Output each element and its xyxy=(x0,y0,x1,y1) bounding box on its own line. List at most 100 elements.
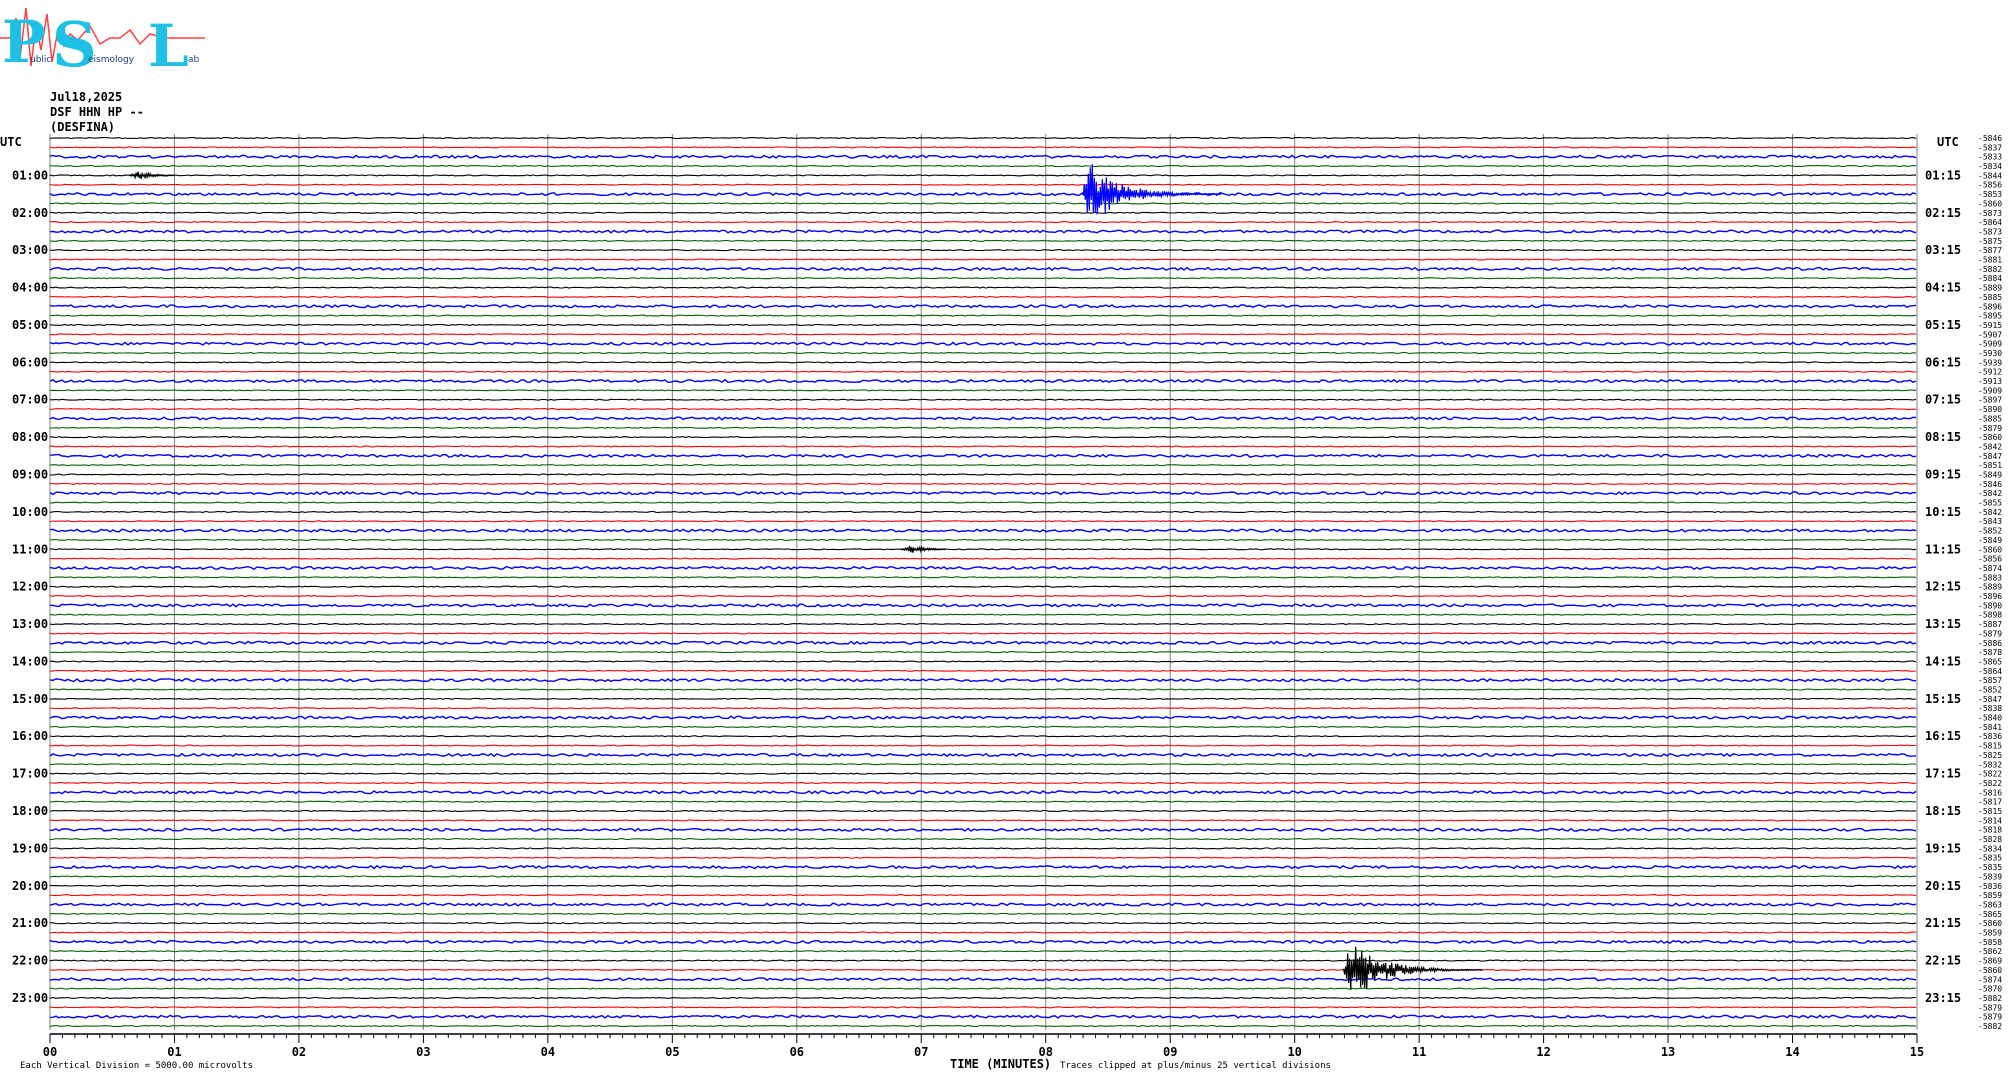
trace-offset-label: -5822 xyxy=(1978,779,2002,788)
trace-offset-label: -5912 xyxy=(1978,368,2002,377)
trace-35 xyxy=(49,464,1917,467)
trace-21 xyxy=(49,333,1916,336)
trace-offset-label: -5862 xyxy=(1978,947,2002,956)
right-hour-label: 01:15 xyxy=(1925,168,1961,182)
trace-58 xyxy=(49,678,1917,683)
left-hour-label: 06:00 xyxy=(12,355,48,369)
right-utc-label: UTC xyxy=(1937,135,1959,149)
trace-offset-label: -5859 xyxy=(1978,929,2002,938)
trace-offset-label: -5822 xyxy=(1978,770,2002,779)
trace-offset-label: -5909 xyxy=(1978,340,2002,349)
trace-offset-label: -5835 xyxy=(1978,863,2002,872)
x-tick-label: 06 xyxy=(790,1045,804,1059)
trace-23 xyxy=(49,351,1917,355)
trace-29 xyxy=(49,408,1917,411)
helicorder-plot: 01:00 02:00 03:00 04:00 05:00 06:00 07:00 08:00… xyxy=(0,134,2002,1071)
trace-offset-label: -5885 xyxy=(1978,414,2002,423)
trace-offset-label: -5852 xyxy=(1978,685,2002,694)
trace-36 xyxy=(49,473,1917,476)
trace-71 xyxy=(49,800,1917,803)
left-hour-label: 19:00 xyxy=(12,841,48,855)
x-tick-label: 02 xyxy=(292,1045,306,1059)
trace-offset-label: -5860 xyxy=(1978,199,2002,208)
trace-72 xyxy=(49,809,1917,813)
left-hour-label: 10:00 xyxy=(12,505,48,519)
left-hour-label: 09:00 xyxy=(12,468,48,482)
x-tick-label: 11 xyxy=(1412,1045,1426,1059)
trace-offset-label: -5939 xyxy=(1978,358,2002,367)
trace-offset-label: -5841 xyxy=(1978,723,2002,732)
trace-14 xyxy=(49,266,1917,271)
trace-48 xyxy=(50,585,1917,588)
right-hour-label: 06:15 xyxy=(1925,355,1961,369)
trace-75 xyxy=(49,838,1917,841)
right-hour-label: 13:15 xyxy=(1925,617,1961,631)
x-tick-label: 04 xyxy=(541,1045,555,1059)
trace-offset-label: -5885 xyxy=(1978,293,2002,302)
trace-30 xyxy=(49,416,1917,421)
x-tick-label: 15 xyxy=(1910,1045,1924,1059)
x-tick-label: 01 xyxy=(167,1045,181,1059)
trace-offset-label: -5907 xyxy=(1978,330,2002,339)
x-tick-label: 09 xyxy=(1163,1045,1177,1059)
trace-59 xyxy=(49,688,1917,691)
trace-offset-label: -5873 xyxy=(1978,227,2002,236)
trace-offset-label: -5870 xyxy=(1978,985,2002,994)
trace-offset-label: -5816 xyxy=(1978,788,2002,797)
trace-44 xyxy=(49,548,1917,551)
trace-69 xyxy=(49,781,1917,785)
right-hour-label: 18:15 xyxy=(1925,804,1961,818)
trace-offset-label: -5833 xyxy=(1978,153,2002,162)
event-burst-0 xyxy=(128,171,175,180)
trace-offset-label: -5839 xyxy=(1978,872,2002,881)
trace-offset-label: -5860 xyxy=(1978,433,2002,442)
trace-offset-label: -5856 xyxy=(1978,555,2002,564)
left-hour-label: 03:00 xyxy=(12,243,48,257)
trace-offset-label: -5887 xyxy=(1978,620,2002,629)
trace-offset-label: -5857 xyxy=(1978,676,2002,685)
trace-62 xyxy=(49,715,1917,720)
right-hour-label: 22:15 xyxy=(1925,954,1961,968)
trace-82 xyxy=(49,902,1917,907)
trace-offset-label: -5869 xyxy=(1978,957,2002,966)
trace-offset-label: -5898 xyxy=(1978,611,2002,620)
trace-offset-label: -5842 xyxy=(1978,489,2002,498)
trace-offset-label: -5846 xyxy=(1978,134,2002,143)
right-hour-label: 20:15 xyxy=(1925,879,1961,893)
trace-offset-label: -5815 xyxy=(1978,742,2002,751)
trace-83 xyxy=(49,912,1917,915)
left-hour-label: 15:00 xyxy=(12,692,48,706)
trace-offset-label: -5884 xyxy=(1978,274,2002,283)
trace-54 xyxy=(49,640,1917,645)
trace-offset-label: -5878 xyxy=(1978,648,2002,657)
seismic-traces xyxy=(49,136,1917,1028)
event-burst-3 xyxy=(1342,946,1483,990)
trace-offset-label: -5825 xyxy=(1978,751,2002,760)
trace-19 xyxy=(50,314,1917,317)
trace-offset-label: -5828 xyxy=(1978,835,2002,844)
trace-39 xyxy=(49,501,1917,504)
right-hour-label: 23:15 xyxy=(1925,991,1961,1005)
trace-offset-label: -5838 xyxy=(1978,704,2002,713)
trace-5 xyxy=(49,183,1917,186)
trace-offset-label: -5873 xyxy=(1978,209,2002,218)
trace-11 xyxy=(49,239,1917,242)
trace-73 xyxy=(49,819,1917,822)
trace-offset-label: -5897 xyxy=(1978,396,2002,405)
x-tick-label: 05 xyxy=(665,1045,679,1059)
trace-16 xyxy=(49,286,1917,289)
trace-32 xyxy=(49,436,1917,439)
trace-74 xyxy=(49,827,1917,832)
x-tick-label: 13 xyxy=(1661,1045,1675,1059)
trace-57 xyxy=(50,669,1917,672)
trace-13 xyxy=(49,258,1917,261)
left-hour-label: 01:00 xyxy=(12,168,48,182)
trace-25 xyxy=(49,370,1917,373)
left-hour-label: 02:00 xyxy=(12,206,48,220)
trace-offset-label: -5849 xyxy=(1978,536,2002,545)
left-hour-label: 21:00 xyxy=(12,916,48,930)
left-hour-label: 14:00 xyxy=(12,654,48,668)
trace-92 xyxy=(49,996,1917,1000)
trace-20 xyxy=(49,323,1917,326)
trace-offset-label: -5844 xyxy=(1978,171,2002,180)
